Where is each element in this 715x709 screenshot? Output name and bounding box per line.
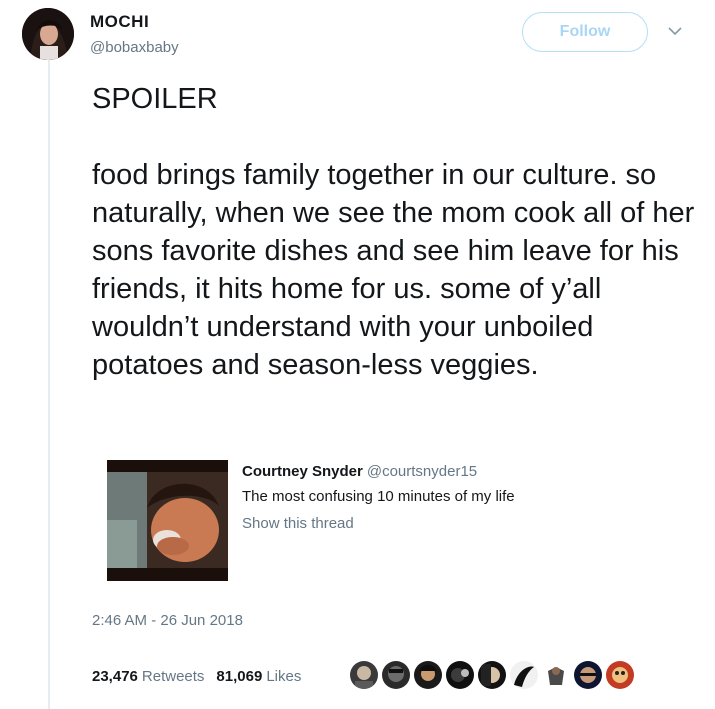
likes-count: 81,069: [216, 668, 263, 685]
author-name[interactable]: MOCHI: [90, 12, 149, 32]
liker-avatar[interactable]: [606, 661, 634, 689]
tweet-paragraph: SPOILER: [92, 83, 218, 115]
show-thread-link[interactable]: Show this thread: [242, 515, 354, 532]
likes-label: Likes: [266, 668, 302, 685]
follow-button[interactable]: Follow: [522, 12, 648, 52]
quote-author-name[interactable]: Courtney Snyder: [242, 463, 363, 480]
chevron-down-icon[interactable]: [668, 26, 682, 36]
quote-text: The most confusing 10 minutes of my life: [242, 488, 515, 505]
quote-author-handle[interactable]: @courtsnyder15: [367, 463, 477, 480]
retweets-label: Retweets: [141, 668, 205, 685]
liker-avatar[interactable]: [574, 661, 602, 689]
liker-avatar[interactable]: [446, 661, 474, 689]
retweets-stat[interactable]: 23,476 Retweets: [92, 668, 204, 685]
liker-avatar[interactable]: [542, 661, 570, 689]
tweet-timestamp[interactable]: 2:46 AM - 26 Jun 2018: [92, 612, 243, 629]
tweet-stats: 23,476 Retweets 81,069 Likes: [92, 668, 301, 685]
retweets-count: 23,476: [92, 668, 138, 685]
tweet-paragraph: food brings family together in our cultu…: [92, 159, 695, 381]
liker-avatar[interactable]: [478, 661, 506, 689]
quote-author[interactable]: Courtney Snyder @courtsnyder15: [242, 463, 477, 480]
tweet-text: SPOILER food brings family together in o…: [92, 80, 702, 384]
liker-avatar[interactable]: [510, 661, 538, 689]
avatar[interactable]: [22, 8, 74, 60]
liker-avatar[interactable]: [414, 661, 442, 689]
liker-avatar[interactable]: [350, 661, 378, 689]
liker-avatars: [350, 661, 634, 689]
liker-avatar[interactable]: [382, 661, 410, 689]
likes-stat[interactable]: 81,069 Likes: [216, 668, 301, 685]
author-handle[interactable]: @bobaxbaby: [90, 39, 179, 56]
quote-thumbnail[interactable]: [107, 460, 228, 581]
thread-line: [48, 58, 50, 709]
